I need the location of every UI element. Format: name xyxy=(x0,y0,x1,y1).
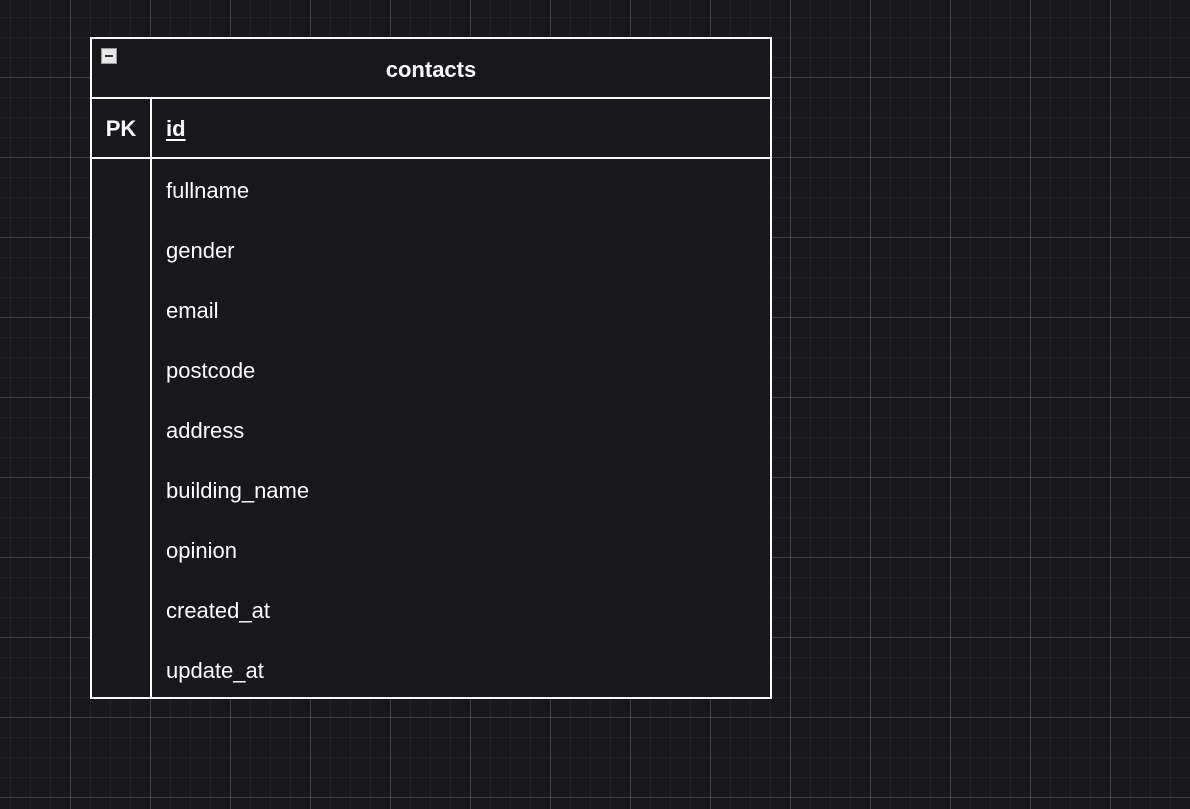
field-row[interactable]: address xyxy=(92,399,770,459)
field-name: building_name xyxy=(166,478,310,503)
primary-key-row[interactable]: PK id xyxy=(92,99,770,159)
field-name: fullname xyxy=(166,178,250,203)
field-name: gender xyxy=(166,238,235,263)
field-name: update_at xyxy=(166,658,264,683)
table-header[interactable]: contacts xyxy=(92,39,770,99)
primary-key-label: PK xyxy=(105,116,137,141)
field-name: address xyxy=(166,418,245,443)
field-list: fullname gender email postcode address b… xyxy=(92,159,770,699)
primary-key-field: id xyxy=(166,116,186,141)
field-name: postcode xyxy=(166,358,256,383)
field-row[interactable]: opinion xyxy=(92,519,770,579)
table-title: contacts xyxy=(385,57,477,82)
field-row[interactable]: update_at xyxy=(92,639,770,699)
field-row[interactable]: fullname xyxy=(92,159,770,219)
field-row[interactable]: email xyxy=(92,279,770,339)
field-row[interactable]: gender xyxy=(92,219,770,279)
field-row[interactable]: postcode xyxy=(92,339,770,399)
field-name: email xyxy=(166,298,219,323)
er-table-contacts[interactable]: contacts PK id fullname gender email pos… xyxy=(90,37,772,699)
field-name: opinion xyxy=(166,538,237,563)
field-name: created_at xyxy=(166,598,270,623)
field-row[interactable]: created_at xyxy=(92,579,770,639)
field-row[interactable]: building_name xyxy=(92,459,770,519)
